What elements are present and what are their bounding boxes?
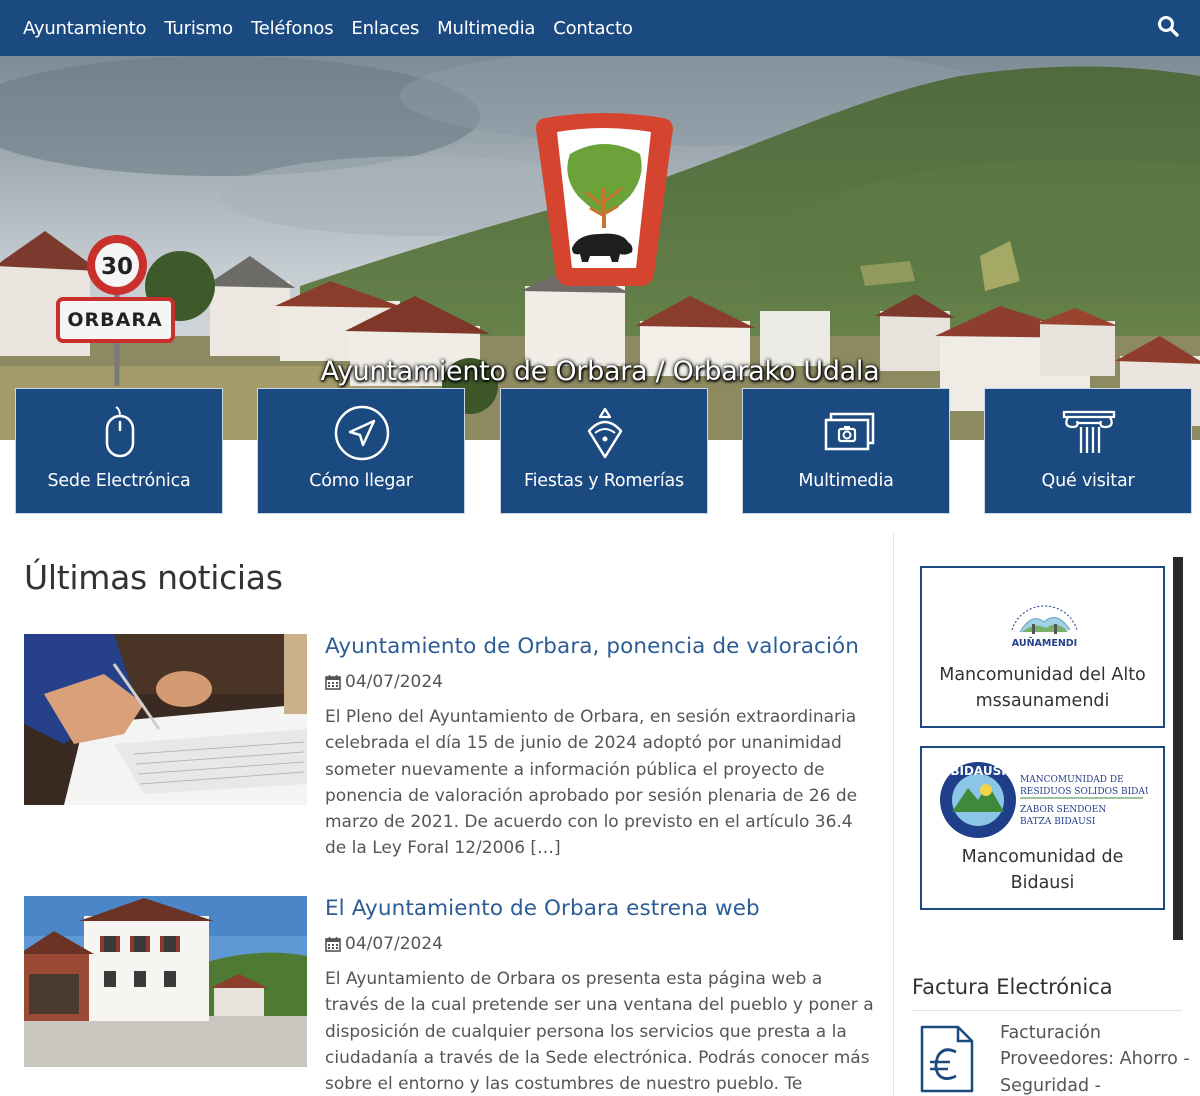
bidausi-logo-line: BATZA BIDAUSI [1020, 817, 1096, 827]
factura-heading: Factura Electrónica [912, 975, 1113, 999]
sidebar-card-bidausi[interactable]: BIDAUSI MANCOMUNIDAD DE RESIDUOS SOLIDOS… [920, 746, 1165, 910]
factura-link-text[interactable]: Facturación Proveedores: Ahorro - Seguri… [1000, 1020, 1195, 1096]
news-title-link[interactable]: El Ayuntamiento de Orbara estrena web [325, 896, 760, 921]
quick-links: Sede Electrónica Cómo llegar Fiestas y R… [15, 388, 1192, 514]
news-item: El Ayuntamiento de Orbara estrena web 04… [24, 896, 874, 1096]
bidausi-logo-line: ZABOR SENDOEN [1020, 805, 1106, 815]
bidausi-logo: BIDAUSI MANCOMUNIDAD DE RESIDUOS SOLIDOS… [940, 762, 1148, 838]
section-title-news: Últimas noticias [24, 558, 283, 597]
news-date-text: 04/07/2024 [345, 672, 443, 692]
news-title-link[interactable]: Ayuntamiento de Orbara, ponencia de valo… [325, 634, 859, 659]
sidebar-scrollbar[interactable] [1173, 557, 1183, 940]
coat-of-arms-icon [536, 113, 673, 286]
aunamendi-logo-text: AUÑAMENDI [1012, 638, 1077, 649]
tile-label: Multimedia [798, 471, 894, 491]
tile-como-llegar[interactable]: Cómo llegar [257, 388, 465, 514]
nav-item-multimedia[interactable]: Multimedia [428, 18, 544, 39]
bidausi-logo-line: MANCOMUNIDAD DE [1020, 775, 1124, 785]
card-name-line: Mancomunidad de [961, 847, 1124, 867]
hero-title: Ayuntamiento de Orbara / Orbarako Udala [320, 356, 880, 387]
main-menu: Ayuntamiento Turismo Teléfonos Enlaces M… [14, 0, 642, 56]
nav-item-telefonos[interactable]: Teléfonos [242, 18, 342, 39]
news-excerpt: El Ayuntamiento de Orbara os presenta es… [325, 969, 874, 1095]
navigation-arrow-icon [334, 405, 390, 461]
calendar-icon [325, 937, 341, 952]
column-icon [1062, 410, 1116, 453]
news-thumbnail-building[interactable] [24, 896, 307, 1067]
column-divider [893, 533, 894, 1096]
hero-banner: 30 ORBARA Ayuntamiento de Orbara / Orbar… [0, 56, 1200, 440]
search-icon[interactable] [1156, 14, 1180, 38]
town-sign-text: ORBARA [67, 309, 162, 331]
tile-label: Qué visitar [1041, 471, 1135, 491]
news-date: 04/07/2024 [325, 934, 443, 954]
tile-sede-electronica[interactable]: Sede Electrónica [15, 388, 223, 514]
news-date-text: 04/07/2024 [345, 934, 443, 954]
photos-camera-icon [824, 412, 875, 451]
mouse-icon [105, 406, 135, 458]
aunamendi-logo: AUÑAMENDI [1011, 605, 1078, 649]
news-thumbnail-signing[interactable] [24, 634, 307, 805]
news-excerpt: El Pleno del Ayuntamiento de Orbara, en … [325, 707, 858, 859]
calendar-icon [325, 675, 341, 690]
tile-label: Fiestas y Romerías [524, 471, 684, 491]
nav-item-ayuntamiento[interactable]: Ayuntamiento [14, 18, 155, 39]
euro-document-icon[interactable] [918, 1024, 976, 1094]
nav-item-enlaces[interactable]: Enlaces [342, 18, 428, 39]
tile-fiestas-romerias[interactable]: Fiestas y Romerías [500, 388, 708, 514]
card-name-line: mssaunamendi [975, 691, 1110, 711]
sidebar-card-aunamendi[interactable]: AUÑAMENDI Mancomunidad del Alto mssaunam… [920, 566, 1165, 728]
tile-que-visitar[interactable]: Qué visitar [984, 388, 1192, 514]
nav-item-turismo[interactable]: Turismo [155, 18, 242, 39]
tile-label: Sede Electrónica [47, 471, 191, 491]
tile-multimedia[interactable]: Multimedia [742, 388, 950, 514]
news-date: 04/07/2024 [325, 672, 443, 692]
card-name-line: Bidausi [1010, 873, 1075, 893]
top-navbar: Ayuntamiento Turismo Teléfonos Enlaces M… [0, 0, 1200, 56]
bidausi-logo-line: RESIDUOS SOLIDOS BIDAUSI [1020, 787, 1148, 797]
tile-label: Cómo llegar [309, 471, 413, 491]
handkerchief-icon [587, 407, 623, 459]
speed-sign-text: 30 [101, 254, 133, 280]
divider [912, 1010, 1182, 1011]
news-item: Ayuntamiento de Orbara, ponencia de valo… [24, 634, 874, 874]
card-name-line: Mancomunidad del Alto [939, 665, 1146, 685]
bidausi-ring-text: BIDAUSI [950, 764, 1005, 778]
nav-item-contacto[interactable]: Contacto [544, 18, 641, 39]
